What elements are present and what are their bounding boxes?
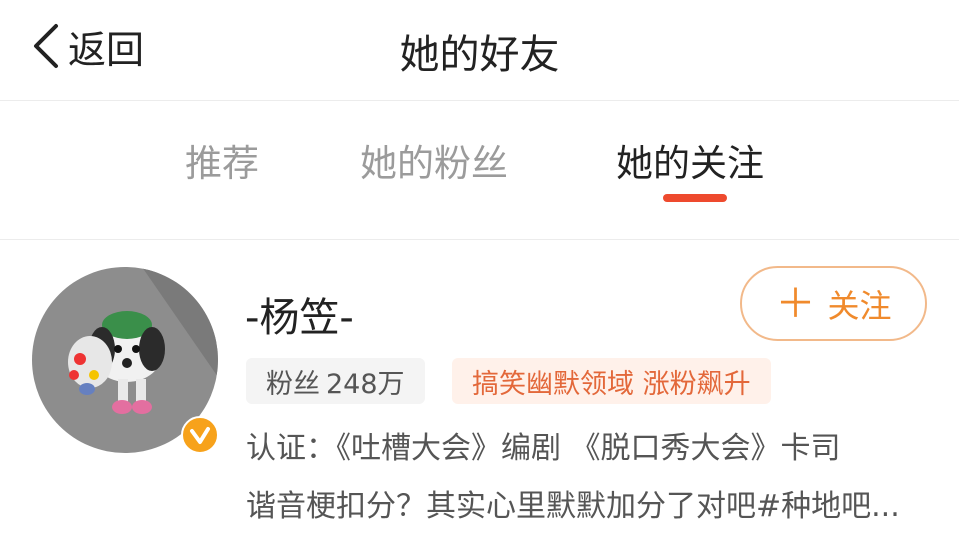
fans-count: 248万 — [326, 368, 405, 400]
verified-icon — [181, 416, 219, 454]
intro-text: 谐音梗扣分？其实心里默默加分了对吧#种地吧... — [246, 489, 900, 524]
follow-label: 关注 — [827, 286, 892, 325]
user-list-item[interactable]: -杨笠- ＋ 关注 粉丝 248万 搞笑幽默领域 涨粉飙升 认证：《吐槽大会》编… — [0, 241, 959, 541]
tab-recommend[interactable]: 推荐 — [185, 133, 259, 187]
active-tab-indicator — [663, 194, 727, 202]
plus-icon: ＋ — [775, 280, 816, 327]
follow-button[interactable]: ＋ 关注 — [740, 266, 927, 341]
top-nav-bar: 返回 她的好友 — [0, 0, 959, 101]
tab-bar: 推荐 她的粉丝 她的关注 — [0, 101, 959, 240]
user-name[interactable]: -杨笠- — [245, 285, 354, 343]
page-title: 她的好友 — [399, 32, 560, 78]
trending-badge: 搞笑幽默领域 涨粉飙升 — [452, 358, 771, 404]
fans-count-badge: 粉丝 248万 — [246, 358, 425, 404]
tab-her-fans[interactable]: 她的粉丝 — [360, 133, 508, 187]
tab-her-following[interactable]: 她的关注 — [616, 133, 764, 187]
fans-label: 粉丝 — [266, 368, 320, 400]
verification-text: 认证：《吐槽大会》编剧 《脱口秀大会》卡司 — [246, 431, 841, 466]
